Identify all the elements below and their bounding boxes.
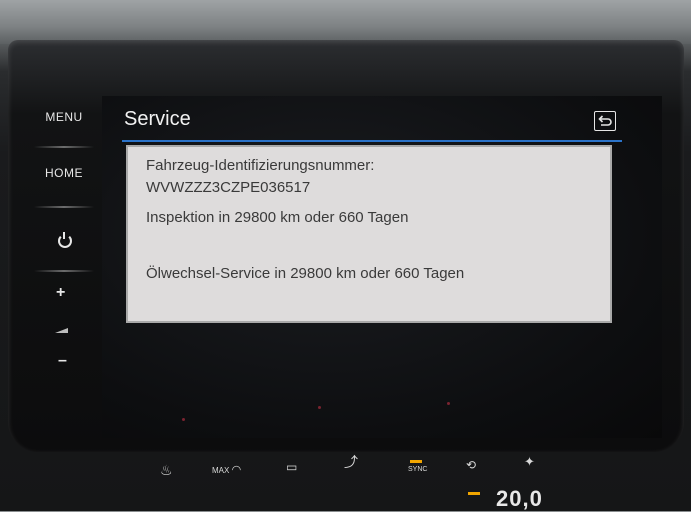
ambient-dot	[318, 406, 321, 409]
max-label: MAX	[212, 466, 230, 475]
home-button[interactable]: HOME	[28, 166, 100, 180]
temperature-display[interactable]: 20,0	[496, 486, 543, 512]
volume-icon	[55, 328, 68, 333]
volume-up-button[interactable]: +	[56, 284, 65, 302]
seat-airflow-icon[interactable]: ⤴	[344, 452, 358, 472]
vin-value: WVWZZZ3CZPE036517	[146, 179, 311, 196]
menu-button[interactable]: MENU	[28, 110, 100, 124]
defrost-icon: ◠	[231, 464, 242, 476]
vin-label: Fahrzeug-Identifizierungsnummer:	[146, 157, 375, 174]
power-icon[interactable]	[58, 232, 72, 248]
rear-defrost-icon[interactable]: ▭	[286, 460, 297, 474]
screen-header: Service	[122, 104, 622, 142]
page-title: Service	[124, 108, 191, 130]
back-button[interactable]	[594, 111, 616, 131]
dashboard-trim	[0, 0, 691, 44]
service-info-panel: Fahrzeug-Identifizierungsnummer: WVWZZZ3…	[126, 145, 612, 323]
key-divider	[34, 270, 94, 272]
oil-service-text: Ölwechsel-Service in 29800 km oder 660 T…	[146, 265, 465, 282]
key-divider	[34, 146, 94, 148]
ambient-dot	[182, 418, 185, 421]
seat-heat-icon[interactable]: ♨	[160, 462, 173, 479]
volume-down-button[interactable]: –	[58, 352, 67, 370]
hardkey-strip: MENU HOME + –	[28, 96, 104, 396]
temp-indicator	[468, 492, 480, 495]
air-recirculation-icon[interactable]: ⟲	[466, 458, 476, 472]
sync-button[interactable]: SYNC	[408, 466, 427, 473]
sync-indicator	[410, 460, 422, 463]
climate-control-bar: ♨ MAX ◠ ▭ ⤴ SYNC ⟲ ✦	[0, 452, 691, 511]
max-defrost-button[interactable]: MAX ◠	[212, 463, 241, 476]
key-divider	[34, 206, 94, 208]
inspection-text: Inspektion in 29800 km oder 660 Tagen	[146, 209, 409, 226]
ambient-dot	[447, 402, 450, 405]
fan-icon[interactable]: ✦	[524, 454, 535, 470]
back-icon	[598, 115, 612, 126]
